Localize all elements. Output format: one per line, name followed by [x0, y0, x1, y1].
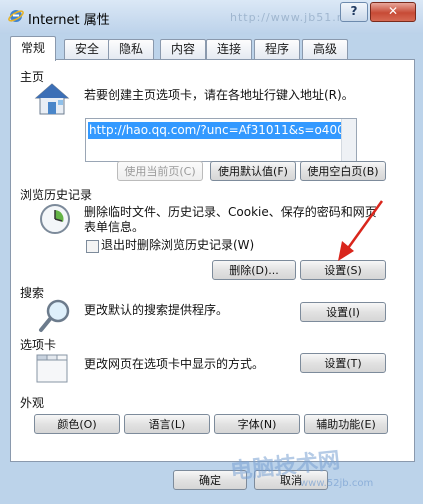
url-scrollbar[interactable]: [341, 119, 356, 161]
home-description: 若要创建主页选项卡，请在各地址行键入地址(R)。: [84, 88, 354, 102]
languages-button[interactable]: 语言(L): [124, 414, 210, 434]
tab-programs[interactable]: 程序: [254, 39, 300, 60]
use-current-button[interactable]: 使用当前页(C): [117, 161, 203, 181]
clock-icon: [40, 204, 70, 234]
use-default-button[interactable]: 使用默认值(F): [210, 161, 296, 181]
house-icon: [34, 83, 70, 115]
window-tabs-icon: [36, 354, 68, 383]
history-description-line2: 表单信息。: [84, 220, 145, 234]
use-blank-button[interactable]: 使用空白页(B): [300, 161, 386, 181]
tab-content[interactable]: 内容: [160, 39, 206, 60]
home-url-text: http://hao.qq.com/?unc=Af31011&s=o400493…: [88, 122, 351, 139]
tab-general[interactable]: 常规: [10, 36, 56, 61]
tab-security[interactable]: 安全: [64, 39, 110, 60]
window-title: Internet 属性: [28, 13, 110, 28]
search-settings-button[interactable]: 设置(I): [300, 302, 386, 322]
help-button[interactable]: ?: [340, 2, 368, 22]
tabs-settings-button[interactable]: 设置(T): [300, 353, 386, 373]
ie-logo-icon: [8, 10, 24, 22]
magnifier-icon: [39, 299, 70, 332]
red-arrow-annotation: [338, 200, 384, 261]
search-description: 更改默认的搜索提供程序。: [84, 303, 229, 317]
history-section-label: 浏览历史记录: [20, 188, 93, 202]
tab-privacy[interactable]: 隐私: [108, 39, 154, 60]
delete-on-exit-label[interactable]: 退出时删除浏览历史记录(W): [101, 238, 254, 253]
delete-on-exit-checkbox[interactable]: [86, 240, 99, 253]
colors-button[interactable]: 颜色(O): [34, 414, 120, 434]
tab-advanced[interactable]: 高级: [302, 39, 348, 60]
tab-connections[interactable]: 连接: [206, 39, 252, 60]
tabs-section-label: 选项卡: [20, 338, 57, 352]
tabs-description: 更改网页在选项卡中显示的方式。: [84, 357, 265, 371]
home-url-textarea[interactable]: http://hao.qq.com/?unc=Af31011&s=o400493…: [85, 118, 357, 162]
watermark-url: www.52jb.com: [300, 478, 374, 489]
delete-history-button[interactable]: 删除(D)...: [212, 260, 296, 280]
title-bar[interactable]: Internet 属性 http://www.jb51.net/ ? ✕: [0, 0, 423, 34]
accessibility-button[interactable]: 辅助功能(E): [304, 414, 388, 434]
appearance-section-label: 外观: [20, 396, 45, 410]
fonts-button[interactable]: 字体(N): [214, 414, 300, 434]
close-button[interactable]: ✕: [370, 2, 416, 22]
